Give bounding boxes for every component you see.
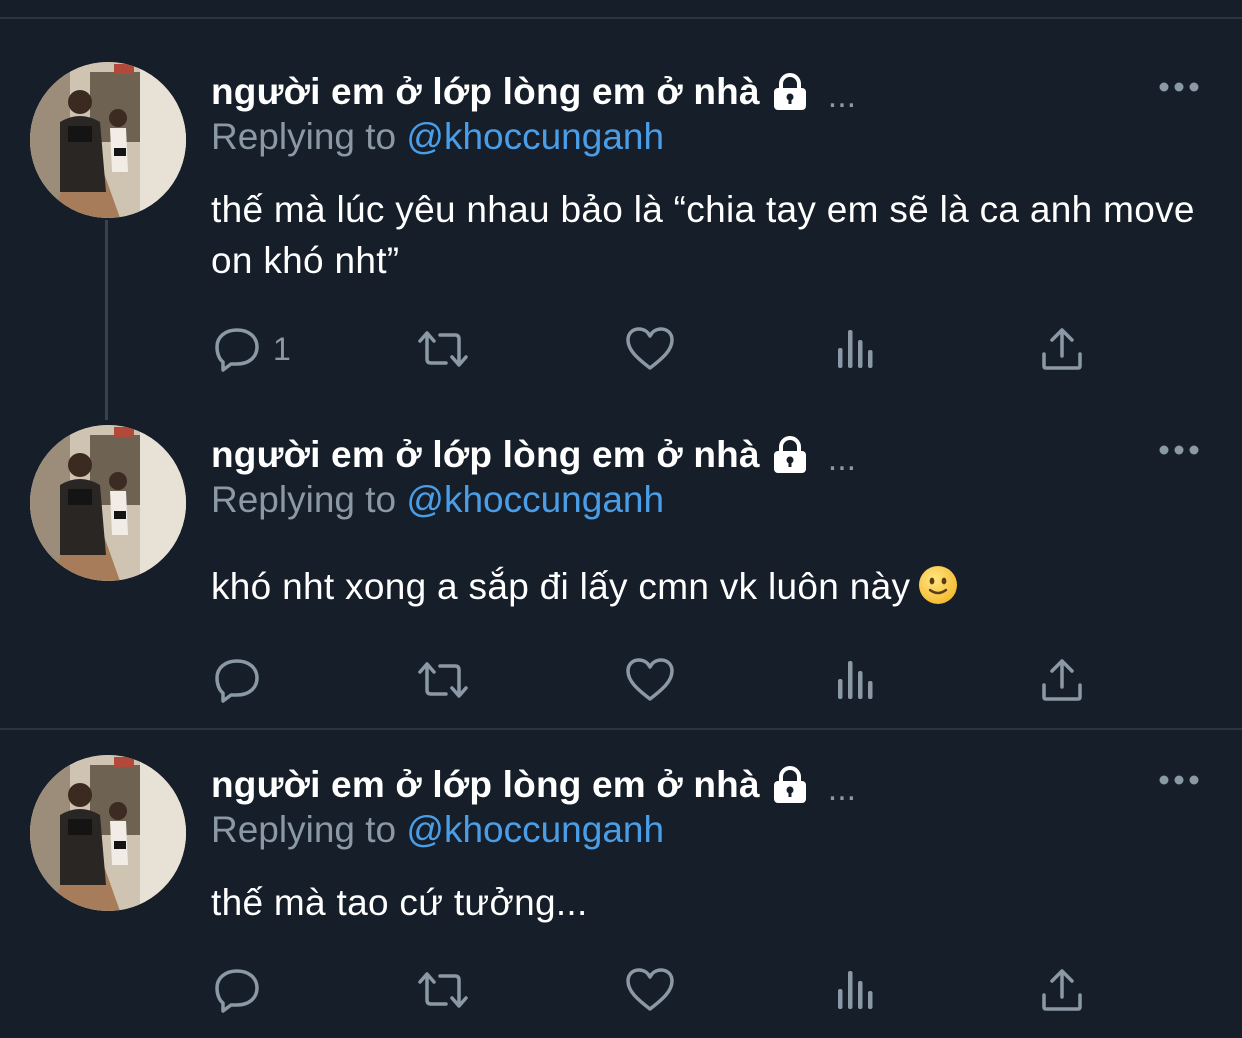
avatar[interactable] <box>30 62 186 218</box>
avatar[interactable] <box>30 425 186 581</box>
analytics-button[interactable] <box>835 965 877 1015</box>
share-icon <box>1040 657 1084 703</box>
retweet-icon <box>414 327 472 371</box>
share-icon <box>1040 326 1084 372</box>
tweet-text-content: khó nht xong a sắp đi lấy cmn vk luôn nà… <box>211 566 911 607</box>
replying-to-label: Replying to <box>211 809 397 850</box>
replying-to-label: Replying to <box>211 479 397 520</box>
replying-to: Replying to @khoccunganh <box>211 479 664 521</box>
handle-truncation: ... <box>827 439 857 478</box>
tweet-header: người em ở lớp lòng em ở nhà ... <box>211 70 857 115</box>
lock-icon <box>768 765 812 805</box>
tweet-text-content: thế mà tao cứ tưởng... <box>211 882 588 923</box>
replying-to-label: Replying to <box>211 116 397 157</box>
lock-icon <box>768 72 812 112</box>
retweet-icon <box>414 658 472 702</box>
retweet-button[interactable] <box>414 324 472 374</box>
avatar-photo <box>30 425 186 581</box>
replying-to-handle[interactable]: @khoccunganh <box>406 809 664 850</box>
tweet-actions: 1 <box>0 324 1242 374</box>
reply-icon <box>213 326 261 372</box>
replying-to: Replying to @khoccunganh <box>211 116 664 158</box>
handle-truncation: ... <box>827 769 857 808</box>
analytics-button[interactable] <box>835 324 877 374</box>
reply-count: 1 <box>273 330 291 367</box>
tweet-divider <box>0 728 1242 730</box>
tweet-actions <box>0 965 1242 1015</box>
analytics-button[interactable] <box>835 655 877 705</box>
slightly-smiling-face-emoji <box>918 565 958 605</box>
tweet-text: thế mà lúc yêu nhau bảo là “chia tay em … <box>211 184 1201 286</box>
top-divider <box>0 17 1242 19</box>
display-name[interactable]: người em ở lớp lòng em ở nhà <box>211 434 760 476</box>
display-name[interactable]: người em ở lớp lòng em ở nhà <box>211 71 760 113</box>
tweet-text-content: thế mà lúc yêu nhau bảo là “chia tay em … <box>211 189 1195 281</box>
analytics-icon <box>835 657 877 703</box>
avatar-photo <box>30 755 186 911</box>
like-button[interactable] <box>625 655 675 705</box>
like-icon <box>625 657 675 703</box>
lock-icon <box>768 435 812 475</box>
avatar-photo <box>30 62 186 218</box>
like-button[interactable] <box>625 965 675 1015</box>
reply-button[interactable]: 1 <box>213 324 291 374</box>
tweet-header: người em ở lớp lòng em ở nhà ... <box>211 763 857 808</box>
retweet-button[interactable] <box>414 965 472 1015</box>
tweet-header: người em ở lớp lòng em ở nhà ... <box>211 433 857 478</box>
replying-to: Replying to @khoccunganh <box>211 809 664 851</box>
share-button[interactable] <box>1040 324 1084 374</box>
tweet-text: thế mà tao cứ tưởng... <box>211 877 1201 928</box>
avatar[interactable] <box>30 755 186 911</box>
analytics-icon <box>835 326 877 372</box>
reply-icon <box>213 967 261 1013</box>
like-button[interactable] <box>625 324 675 374</box>
tweet-actions <box>0 655 1242 705</box>
handle-truncation: ... <box>827 76 857 115</box>
retweet-icon <box>414 968 472 1012</box>
replying-to-handle[interactable]: @khoccunganh <box>406 116 664 157</box>
thread-connector-line <box>105 220 108 420</box>
share-icon <box>1040 967 1084 1013</box>
share-button[interactable] <box>1040 965 1084 1015</box>
like-icon <box>625 326 675 372</box>
analytics-icon <box>835 967 877 1013</box>
more-options-icon[interactable] <box>1158 773 1200 787</box>
display-name[interactable]: người em ở lớp lòng em ở nhà <box>211 764 760 806</box>
reply-icon <box>213 657 261 703</box>
more-options-icon[interactable] <box>1158 443 1200 457</box>
more-options-icon[interactable] <box>1158 80 1200 94</box>
reply-button[interactable] <box>213 965 273 1015</box>
retweet-button[interactable] <box>414 655 472 705</box>
tweet-text: khó nht xong a sắp đi lấy cmn vk luôn nà… <box>211 561 1201 612</box>
replying-to-handle[interactable]: @khoccunganh <box>406 479 664 520</box>
share-button[interactable] <box>1040 655 1084 705</box>
reply-button[interactable] <box>213 655 273 705</box>
like-icon <box>625 967 675 1013</box>
